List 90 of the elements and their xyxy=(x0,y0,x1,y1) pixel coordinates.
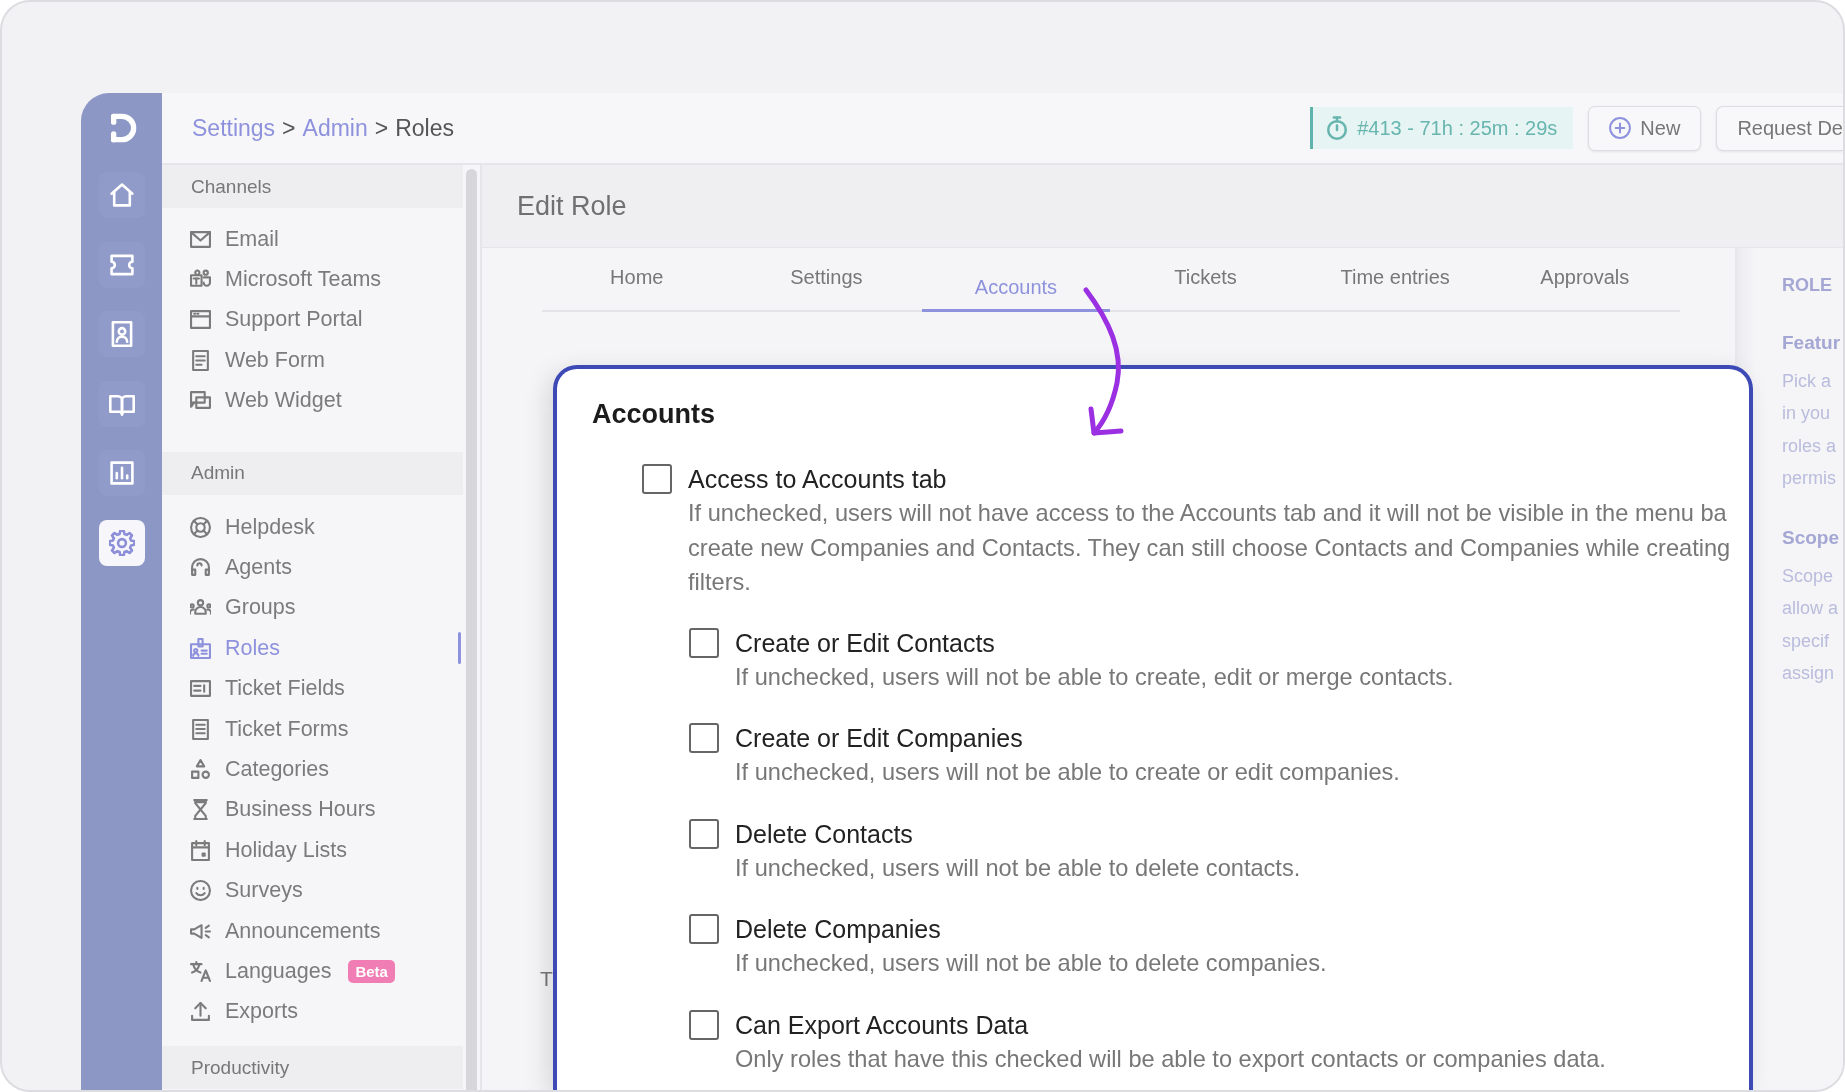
headset-icon xyxy=(190,557,211,579)
timer-chip[interactable]: #413 - 71h : 25m : 29s xyxy=(1310,107,1574,149)
upload-icon xyxy=(190,1001,211,1023)
tab[interactable]: Home xyxy=(610,265,664,289)
sidebar-item[interactable]: Agents xyxy=(190,555,292,581)
translate-icon xyxy=(190,960,211,982)
sidebar-item[interactable]: Helpdesk xyxy=(190,514,315,540)
scrollbar-thumb[interactable] xyxy=(466,169,477,1090)
permission-description: If unchecked, users will not be able to delete contacts. xyxy=(735,853,1301,883)
tab[interactable]: Settings xyxy=(790,265,863,289)
active-indicator xyxy=(458,632,461,665)
breadcrumb-current: Roles xyxy=(395,114,454,142)
tab[interactable]: Accounts xyxy=(922,248,1110,312)
sidebar-item[interactable]: Languages xyxy=(190,958,332,984)
request-button[interactable]: Request De xyxy=(1716,105,1843,151)
permission-label: Delete Contacts xyxy=(735,818,913,849)
browser-window-icon xyxy=(190,309,211,331)
nav-button[interactable] xyxy=(98,241,145,288)
permission-description: If unchecked, users will not have access to the Accounts tab and it will not be visible in the menu ba create new Companies and Contacts. They can still choose Contacts and Companies while creating filters. xyxy=(688,499,1731,597)
nav-button[interactable] xyxy=(98,311,145,357)
section-header-label: Productivity xyxy=(191,1056,290,1079)
checkbox[interactable] xyxy=(689,818,719,849)
tab[interactable]: Tickets xyxy=(1174,265,1237,289)
sidebar-item[interactable]: Web Widget xyxy=(190,388,342,414)
breadcrumb-link[interactable]: Settings xyxy=(192,114,276,142)
checkbox[interactable] xyxy=(689,914,719,944)
page-title: Edit Role xyxy=(517,190,627,222)
home-icon xyxy=(108,182,135,208)
checkbox[interactable] xyxy=(689,1009,719,1040)
lifebuoy-icon xyxy=(190,516,211,538)
sidebar-item[interactable]: Business Hours xyxy=(190,797,376,823)
sidebar-item[interactable]: Surveys xyxy=(190,878,303,904)
tab[interactable]: Time entries xyxy=(1340,265,1450,289)
sidebar-item[interactable]: Announcements xyxy=(190,918,381,944)
permission-label: Create or Edit Contacts xyxy=(735,627,995,658)
receipt-icon xyxy=(190,718,211,740)
id-badge-icon xyxy=(190,637,211,659)
beta-badge: Beta xyxy=(348,959,395,983)
document-icon xyxy=(190,349,211,371)
sidebar-item[interactable]: Web Form xyxy=(190,347,325,373)
breadcrumb-separator: > xyxy=(374,114,389,142)
sidebar-item[interactable]: Exports xyxy=(190,999,298,1025)
sidebar-item[interactable]: Ticket Fields xyxy=(190,676,345,702)
permission-label: Access to Accounts tab xyxy=(688,464,947,494)
sidebar-item[interactable]: Support Portal xyxy=(190,307,363,333)
permission-description: If unchecked, users will not be able to create, edit or merge contacts. xyxy=(735,662,1454,692)
checkbox[interactable] xyxy=(642,464,672,494)
chat-windows-icon xyxy=(190,390,211,412)
new-button[interactable]: New xyxy=(1588,105,1702,151)
stopwatch-icon xyxy=(1327,116,1348,140)
side-panel-heading: ROLE xyxy=(1782,274,1833,296)
side-panel-text: Pick a in you roles a permis xyxy=(1782,370,1838,490)
permission-description: If unchecked, users will not be able to create or edit companies. xyxy=(735,758,1400,787)
side-panel-subheading: Scope xyxy=(1782,527,1841,550)
permission-label: Can Export Accounts Data xyxy=(735,1009,1029,1040)
envelope-icon xyxy=(190,228,211,250)
nav-button[interactable] xyxy=(98,450,145,496)
sidebar-item[interactable]: Holiday Lists xyxy=(190,837,347,863)
sidebar-item[interactable]: Microsoft Teams xyxy=(190,267,382,293)
nav-button[interactable] xyxy=(98,380,145,427)
permission-label: Create or Edit Companies xyxy=(735,723,1023,753)
bar-chart-icon xyxy=(108,460,135,486)
breadcrumb-link[interactable]: Admin xyxy=(302,114,368,142)
section-header-label: Channels xyxy=(191,175,272,198)
hourglass-icon xyxy=(190,799,211,821)
sidebar-item[interactable]: Ticket Forms xyxy=(190,716,349,742)
plus-circle-icon xyxy=(1609,117,1632,139)
side-panel-subheading: Featur xyxy=(1782,332,1842,354)
callout-title: Accounts xyxy=(592,398,716,431)
breadcrumb-separator: > xyxy=(282,114,296,142)
settings-icon xyxy=(108,529,135,556)
tab[interactable]: Approvals xyxy=(1540,265,1630,289)
side-panel-text: Scope allow a specif assign xyxy=(1782,565,1840,686)
section-header-label: Admin xyxy=(191,462,245,485)
smiley-icon xyxy=(190,880,211,902)
sidebar-item[interactable]: Groups xyxy=(190,595,296,621)
nav-button[interactable] xyxy=(98,519,145,566)
checkbox[interactable] xyxy=(689,627,719,658)
sidebar-item[interactable]: Categories xyxy=(190,757,329,782)
shapes-icon xyxy=(190,759,211,780)
permission-description: Only roles that have this checked will be able to export contacts or companies data. xyxy=(735,1044,1606,1074)
section-title: T xyxy=(540,967,553,991)
permission-label: Delete Companies xyxy=(735,914,941,944)
calendar-icon xyxy=(190,839,211,861)
form-fields-icon xyxy=(190,678,211,700)
permission-description: If unchecked, users will not be able to delete companies. xyxy=(735,949,1327,978)
checkbox[interactable] xyxy=(689,723,719,753)
nav-button[interactable] xyxy=(98,172,145,218)
sidebar-item[interactable]: Email xyxy=(190,226,279,252)
sidebar-item[interactable]: Roles xyxy=(190,635,280,661)
